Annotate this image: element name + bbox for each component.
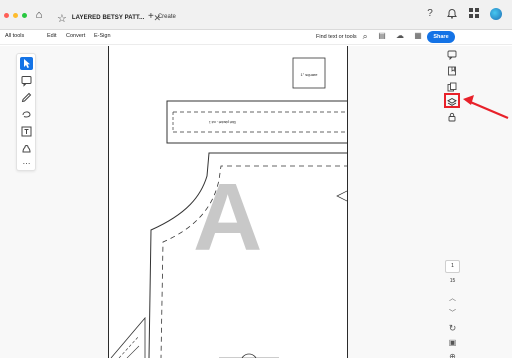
menu-bar: All tools Edit Convert E-Sign Find text … [0, 30, 512, 45]
find-label: Find text or tools [316, 33, 357, 40]
comment-tool-icon[interactable] [20, 74, 33, 87]
plus-icon: + [148, 11, 154, 22]
comments-panel-icon[interactable] [446, 50, 458, 62]
star-icon[interactable]: ☆ [57, 12, 67, 25]
pattern-piece-letter: A [193, 164, 263, 271]
apps-grid-icon[interactable] [468, 8, 480, 20]
draw-tool-icon[interactable] [20, 91, 33, 104]
sidebar-icon[interactable]: ▤ [377, 31, 387, 40]
security-lock-icon[interactable] [446, 112, 458, 124]
print-icon[interactable]: ▦ [413, 31, 423, 40]
current-page-field[interactable]: 1 [445, 260, 460, 273]
menu-edit[interactable]: Edit [47, 33, 56, 39]
create-tab-button[interactable]: + Create [148, 11, 176, 22]
titlebar-actions: ? [424, 8, 502, 20]
menu-icons: ▤ ☁ ▦ [377, 31, 423, 40]
avatar[interactable] [490, 8, 502, 20]
chevron-up-icon[interactable]: ︿ [445, 293, 460, 303]
create-label: Create [157, 13, 176, 20]
total-pages-label: 15 [449, 278, 456, 284]
page-thumbnail-icon[interactable]: ▣ [445, 338, 460, 347]
maximize-window-button[interactable] [22, 13, 27, 18]
home-icon[interactable]: ⌂ [33, 9, 45, 21]
menu-convert[interactable]: Convert [66, 33, 85, 39]
menu-all-tools[interactable]: All tools [5, 33, 24, 39]
document-tab[interactable]: ☆ LAYERED BETSY PATT... ✕ [57, 10, 161, 26]
close-window-button[interactable] [4, 13, 9, 18]
help-icon[interactable]: ? [424, 8, 436, 20]
zoom-icon[interactable]: ⊕ [445, 352, 460, 358]
menu-esign[interactable]: E-Sign [94, 33, 111, 39]
search-icon[interactable]: ⌕ [363, 31, 368, 42]
more-tools-icon[interactable]: ⋯ [20, 157, 33, 170]
select-tool-icon[interactable] [20, 57, 33, 70]
rotate-icon[interactable]: ↻ [445, 323, 460, 334]
strip-label: Skirt placket - cut 1 [209, 120, 237, 124]
square-label: 1" square [300, 72, 318, 77]
tab-title: LAYERED BETSY PATT... [71, 15, 145, 21]
chevron-down-icon[interactable]: ﹀ [445, 308, 460, 318]
document-canvas[interactable]: 1" square Skirt placket - cut 1 A [0, 46, 512, 358]
minimize-window-button[interactable] [13, 13, 18, 18]
left-tools-panel: ⋯ [16, 53, 36, 171]
red-arrow-annotation [463, 95, 509, 120]
title-bar: ⌂ ☆ LAYERED BETSY PATT... ✕ + Create ? [0, 0, 512, 30]
bookmarks-panel-icon[interactable] [446, 66, 458, 78]
pdf-page[interactable]: 1" square Skirt placket - cut 1 A [108, 46, 348, 358]
shapes-tool-icon[interactable] [20, 108, 33, 121]
stamp-tool-icon[interactable] [20, 142, 33, 155]
save-cloud-icon[interactable]: ☁ [395, 31, 405, 40]
share-button[interactable]: Share [427, 31, 455, 43]
text-tool-icon[interactable] [20, 125, 33, 138]
find-text-or-tools[interactable]: Find text or tools ⌕ [316, 31, 368, 42]
highlight-box [444, 93, 460, 108]
bell-icon[interactable] [446, 8, 458, 20]
